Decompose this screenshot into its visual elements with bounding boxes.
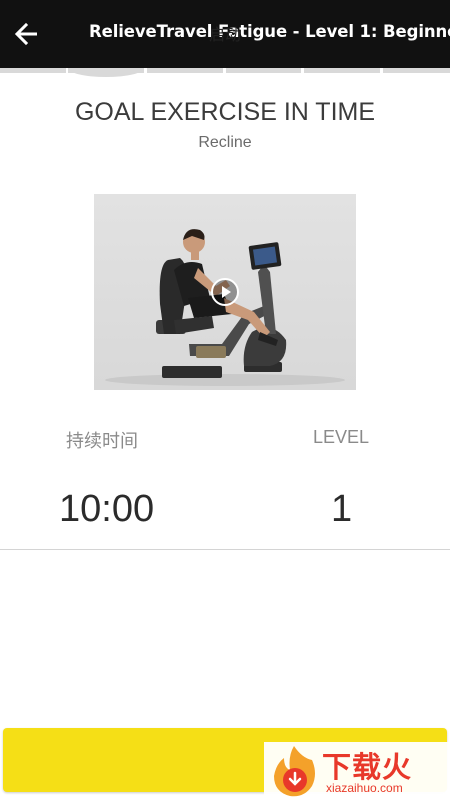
duration-label: 持续时间 <box>66 431 138 452</box>
watermark-url: xiazaihuo.com <box>326 781 403 795</box>
divider <box>0 549 450 550</box>
level-label: LEVEL <box>313 427 370 447</box>
step-segment[interactable] <box>147 68 223 73</box>
step-segment[interactable] <box>383 68 450 73</box>
watermark-text: 下载火 <box>322 750 413 784</box>
start-button-label: 启动 <box>208 25 241 44</box>
step-segment[interactable] <box>304 68 380 73</box>
duration-value: 10:00 <box>59 488 155 530</box>
step-segment[interactable] <box>0 68 66 73</box>
step-segment[interactable] <box>226 68 301 73</box>
exercise-video-thumbnail[interactable] <box>94 194 356 390</box>
level-value: 1 <box>331 488 353 530</box>
play-icon[interactable] <box>210 277 240 307</box>
flame-logo-icon <box>274 746 315 797</box>
watermark: 下载火 xiazaihuo.com <box>264 742 450 800</box>
goal-title: GOAL EXERCISE IN TIME <box>74 98 376 126</box>
goal-subtitle: Recline <box>198 134 252 151</box>
